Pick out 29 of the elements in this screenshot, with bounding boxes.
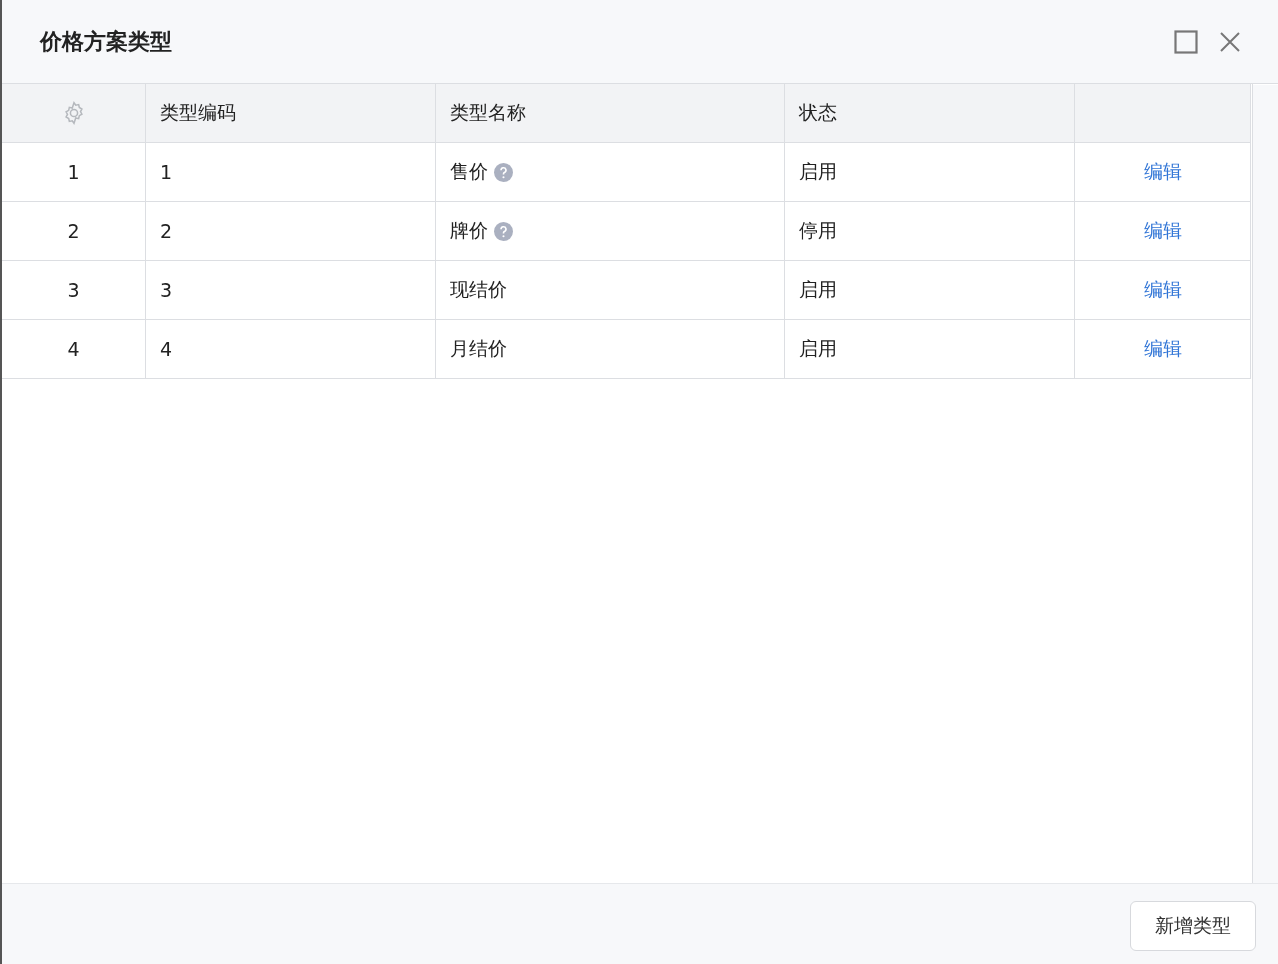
- type-name: 牌价: [450, 218, 488, 243]
- table-cell: 2: [146, 202, 436, 261]
- column-header: 状态: [785, 84, 1075, 143]
- table-cell: 停用: [785, 202, 1075, 261]
- edit-link[interactable]: 编辑: [1143, 159, 1182, 185]
- column-header: 类型编码: [146, 84, 436, 143]
- add-type-button[interactable]: 新增类型: [1130, 901, 1256, 951]
- table-cell: 4: [146, 320, 436, 379]
- edit-link[interactable]: 编辑: [1143, 218, 1182, 244]
- close-button[interactable]: [1220, 31, 1240, 52]
- table-cell: 启用: [785, 261, 1075, 320]
- edit-link[interactable]: 编辑: [1143, 336, 1182, 362]
- edit-link[interactable]: 编辑: [1143, 277, 1182, 303]
- table-cell: 启用: [785, 320, 1075, 379]
- table-cell: 1: [146, 143, 436, 202]
- help-icon[interactable]: [494, 162, 513, 182]
- type-name: 售价: [450, 159, 488, 184]
- row-number: 3: [2, 261, 146, 320]
- row-number: 4: [2, 320, 146, 379]
- dialog-title: 价格方案类型: [40, 27, 173, 56]
- row-number: 2: [2, 202, 146, 261]
- table-cell: 3: [146, 261, 436, 320]
- maximize-button[interactable]: [1174, 29, 1198, 54]
- column-header: 类型名称: [436, 84, 785, 143]
- type-name: 月结价: [450, 336, 507, 361]
- type-name: 现结价: [450, 277, 507, 302]
- table-cell: 启用: [785, 143, 1075, 202]
- help-icon[interactable]: [494, 221, 513, 241]
- row-number: 1: [2, 143, 146, 202]
